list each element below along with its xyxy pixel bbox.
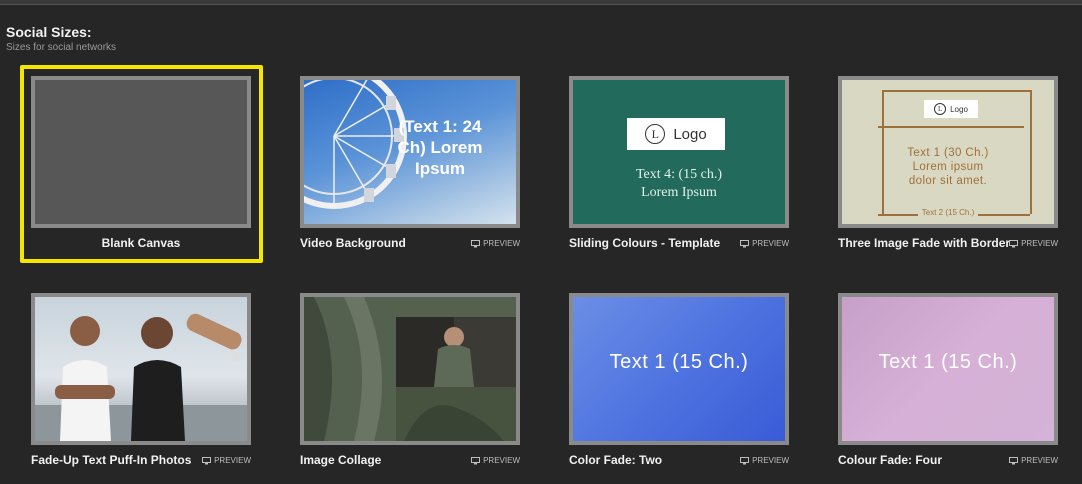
preview-button[interactable]: PREVIEW — [471, 239, 520, 248]
preview-label: PREVIEW — [483, 239, 520, 248]
template-body-text: Text 4: (15 ch.) Lorem Ipsum — [573, 166, 785, 202]
preview-button[interactable]: PREVIEW — [740, 239, 789, 248]
overlay-text: (Text 1: 24 Ch) Lorem Ipsum — [397, 117, 483, 178]
image-collage-preview — [304, 297, 516, 441]
border-line — [878, 126, 1024, 128]
preview-button[interactable]: PREVIEW — [202, 456, 251, 465]
preview-label: PREVIEW — [752, 456, 789, 465]
template-label: Video Background — [300, 236, 406, 250]
template-card-colour-fade-four[interactable]: Text 1 (15 Ch.) Colour Fade: Four PREVIE… — [838, 293, 1058, 483]
logo-circle-icon: L — [934, 103, 947, 115]
logo-placeholder: L Logo — [924, 100, 978, 118]
monitor-icon — [740, 456, 750, 464]
section-title: Social Sizes: — [6, 24, 92, 40]
body-line: dolor sit amet. — [908, 175, 988, 187]
monitor-icon — [1009, 239, 1019, 247]
overlay-text: Text 1 (15 Ch.) — [878, 351, 1018, 373]
section-subtitle: Sizes for social networks — [6, 42, 117, 53]
monitor-icon — [471, 239, 481, 247]
template-label: Image Collage — [300, 453, 382, 467]
template-thumbnail[interactable] — [31, 76, 251, 228]
color-fade-two-preview: Text 1 (15 Ch.) — [573, 297, 785, 441]
preview-label: PREVIEW — [214, 456, 251, 465]
collage-photo-image — [304, 297, 516, 441]
template-label: Three Image Fade with Border — [838, 236, 1011, 250]
template-thumbnail[interactable]: Text 1 (15 Ch.) — [838, 293, 1058, 445]
template-label: Sliding Colours - Template — [569, 236, 721, 250]
template-card-three-image-fade[interactable]: L Logo Text 1 (30 Ch.) Lorem ipsum dolor… — [838, 76, 1058, 266]
preview-label: PREVIEW — [483, 456, 520, 465]
footer-text-wrap: Text 2 (15 Ch.) — [842, 208, 1054, 217]
video-background-preview: (Text 1: 24 Ch) Lorem Ipsum — [304, 80, 516, 224]
body-line: Text 1 (30 Ch.) — [907, 147, 989, 159]
preview-label: PREVIEW — [1021, 239, 1058, 248]
body-line: Lorem ipsum — [912, 161, 984, 173]
overlay-text: Text 1 (15 Ch.) — [609, 351, 749, 373]
template-card-video-background[interactable]: (Text 1: 24 Ch) Lorem Ipsum Video Backgr… — [300, 76, 520, 266]
top-divider — [0, 0, 1082, 5]
template-label: Blank Canvas — [101, 236, 181, 250]
template-thumbnail[interactable]: L Logo Text 1 (30 Ch.) Lorem ipsum dolor… — [838, 76, 1058, 228]
template-body-text: Text 1 (30 Ch.) Lorem ipsum dolor sit am… — [842, 146, 1054, 188]
monitor-icon — [471, 456, 481, 464]
template-thumbnail[interactable]: L Logo Text 4: (15 ch.) Lorem Ipsum — [569, 76, 789, 228]
preview-button[interactable]: PREVIEW — [1009, 239, 1058, 248]
preview-button[interactable]: PREVIEW — [740, 456, 789, 465]
logo-text: Logo — [673, 125, 707, 143]
template-thumbnail[interactable] — [31, 293, 251, 445]
template-label: Fade-Up Text Puff-In Photos — [31, 453, 192, 467]
logo-text: Logo — [950, 104, 968, 114]
people-photo-image — [35, 313, 247, 441]
monitor-icon — [740, 239, 750, 247]
preview-label: PREVIEW — [752, 239, 789, 248]
three-image-fade-preview: L Logo Text 1 (30 Ch.) Lorem ipsum dolor… — [842, 80, 1054, 224]
preview-button[interactable]: PREVIEW — [471, 456, 520, 465]
monitor-icon — [1009, 456, 1019, 464]
body-line: Lorem Ipsum — [641, 185, 717, 200]
monitor-icon — [202, 456, 212, 464]
template-card-blank-canvas[interactable]: Blank Canvas — [31, 76, 251, 266]
template-thumbnail[interactable] — [300, 293, 520, 445]
template-thumbnail[interactable]: (Text 1: 24 Ch) Lorem Ipsum — [300, 76, 520, 228]
template-label: Color Fade: Two — [569, 453, 663, 467]
template-card-sliding-colours[interactable]: L Logo Text 4: (15 ch.) Lorem Ipsum Slid… — [569, 76, 789, 266]
preview-label: PREVIEW — [1021, 456, 1058, 465]
fade-up-photos-preview — [35, 297, 247, 441]
sliding-colours-preview: L Logo Text 4: (15 ch.) Lorem Ipsum — [573, 80, 785, 224]
body-line: Text 4: (15 ch.) — [635, 167, 723, 182]
blank-canvas-preview — [35, 80, 247, 224]
template-thumbnail[interactable]: Text 1 (15 Ch.) — [569, 293, 789, 445]
template-label: Colour Fade: Four — [838, 453, 942, 467]
preview-button[interactable]: PREVIEW — [1009, 456, 1058, 465]
footer-text: Text 2 (15 Ch.) — [917, 208, 979, 217]
template-card-color-fade-two[interactable]: Text 1 (15 Ch.) Color Fade: Two PREVIEW — [569, 293, 789, 483]
colour-fade-four-preview: Text 1 (15 Ch.) — [842, 297, 1054, 441]
template-card-fade-up-photos[interactable]: Fade-Up Text Puff-In Photos PREVIEW — [31, 293, 251, 483]
logo-circle-icon: L — [645, 124, 666, 144]
logo-placeholder: L Logo — [627, 118, 725, 150]
template-card-image-collage[interactable]: Image Collage PREVIEW — [300, 293, 520, 483]
